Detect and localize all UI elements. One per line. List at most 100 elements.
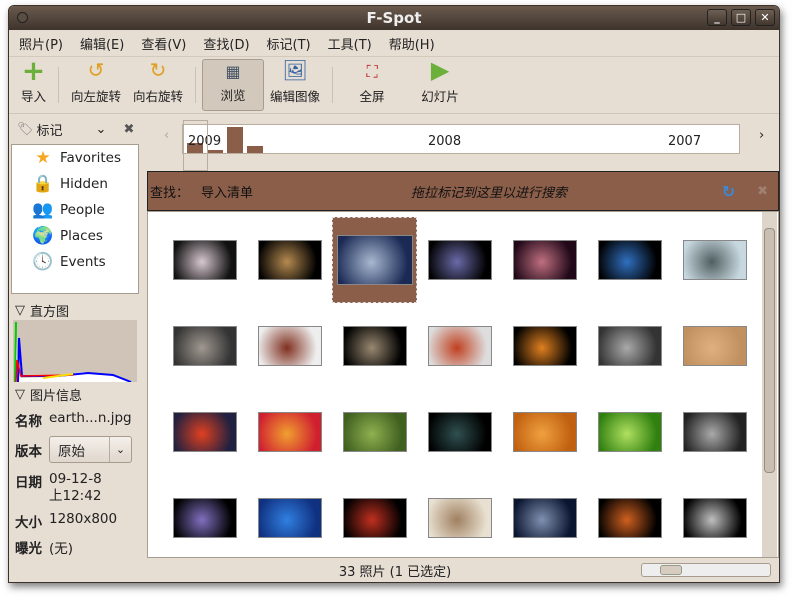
vertical-scrollbar[interactable] bbox=[762, 212, 777, 557]
menu-tools[interactable]: 工具(T) bbox=[328, 34, 372, 53]
browse-label: 浏览 bbox=[220, 88, 246, 103]
histogram-header[interactable]: ▽ 直方图 bbox=[9, 300, 142, 320]
photo-thumbnail[interactable] bbox=[587, 217, 672, 303]
tag-label: Favorites bbox=[60, 150, 121, 166]
tag-selector[interactable]: 🏷 标记 ⌄ ✖ bbox=[9, 116, 142, 142]
clear-find-icon[interactable]: ✖ bbox=[757, 184, 768, 199]
import-button[interactable]: + 导入 bbox=[15, 54, 52, 111]
photo-thumbnail[interactable] bbox=[502, 303, 587, 389]
expander-icon: ▽ bbox=[15, 302, 25, 318]
close-button[interactable]: ✕ bbox=[755, 9, 775, 26]
rotate-left-button[interactable]: ↺ 向左旋转 bbox=[65, 58, 127, 111]
photo-image bbox=[512, 240, 577, 280]
menu-bar: 照片(P) 编辑(E) 查看(V) 查找(D) 标记(T) 工具(T) 帮助(H… bbox=[9, 30, 779, 56]
photo-image bbox=[682, 412, 747, 452]
tag-selector-label: 标记 bbox=[36, 123, 63, 139]
edit-image-icon: 🖼 bbox=[282, 58, 308, 82]
photo-thumbnail[interactable] bbox=[247, 389, 332, 475]
version-select[interactable]: 原始 ⌄ bbox=[49, 436, 132, 463]
menu-photo[interactable]: 照片(P) bbox=[19, 34, 63, 53]
photo-thumbnail[interactable] bbox=[672, 389, 757, 475]
photo-image bbox=[342, 326, 407, 366]
photo-thumbnail[interactable] bbox=[672, 303, 757, 389]
menu-edit[interactable]: 编辑(E) bbox=[80, 34, 124, 53]
scrollbar-thumb[interactable] bbox=[764, 228, 775, 473]
photo-thumbnail[interactable] bbox=[332, 389, 417, 475]
photo-thumbnail[interactable] bbox=[417, 303, 502, 389]
timeline-bar[interactable]: 2009 2008 2007 bbox=[182, 124, 740, 154]
photo-thumbnail[interactable] bbox=[502, 217, 587, 303]
info-header[interactable]: ▽ 图片信息 bbox=[9, 384, 142, 404]
photo-image bbox=[427, 498, 492, 538]
menu-help[interactable]: 帮助(H) bbox=[389, 34, 435, 53]
exposure-label: 曝光 bbox=[15, 541, 42, 557]
window-menu-icon[interactable] bbox=[17, 12, 28, 23]
photo-thumbnail[interactable] bbox=[502, 475, 587, 557]
photo-thumbnail[interactable] bbox=[587, 389, 672, 475]
year-label: 2008 bbox=[428, 134, 462, 149]
timeline-bar-mark bbox=[247, 146, 263, 153]
photo-thumbnail[interactable] bbox=[247, 217, 332, 303]
timeline-range-handle[interactable] bbox=[183, 120, 208, 171]
menu-tags[interactable]: 标记(T) bbox=[267, 34, 311, 53]
minimize-button[interactable]: _ bbox=[707, 9, 727, 26]
photo-info: 名称 earth...n.jpg 版本 原始 ⌄ 日期 09-12-8 上12:42 大小… bbox=[9, 410, 142, 557]
edit-image-button[interactable]: 🖼 编辑图像 bbox=[264, 58, 326, 111]
tag-places[interactable]: 🌍 Places bbox=[12, 223, 138, 249]
fullscreen-icon: ⛶ bbox=[366, 61, 378, 81]
find-query[interactable]: 导入清单 bbox=[201, 182, 253, 201]
photo-thumbnail[interactable] bbox=[587, 475, 672, 557]
photo-thumbnail[interactable] bbox=[162, 217, 247, 303]
slideshow-button[interactable]: ▶ 幻灯片 bbox=[405, 56, 475, 111]
timeline-left-arrow[interactable]: ‹ bbox=[164, 128, 169, 143]
tag-hidden[interactable]: 🔒 Hidden bbox=[12, 171, 138, 197]
photo-thumbnail[interactable] bbox=[417, 217, 502, 303]
window-title: F-Spot bbox=[366, 9, 422, 27]
photo-thumbnail[interactable] bbox=[332, 475, 417, 557]
refresh-icon[interactable]: ↻ bbox=[722, 182, 735, 201]
fullscreen-button[interactable]: ⛶ 全屏 bbox=[339, 59, 405, 111]
tag-events[interactable]: 🕓 Events bbox=[12, 249, 138, 275]
browse-button[interactable]: ▦ 浏览 bbox=[202, 59, 265, 111]
photo-image bbox=[427, 326, 492, 366]
chevron-down-icon: ⌄ bbox=[109, 437, 131, 462]
photo-thumbnail[interactable] bbox=[332, 303, 417, 389]
year-label: 2007 bbox=[668, 134, 702, 149]
photo-thumbnail[interactable] bbox=[162, 475, 247, 557]
photo-image bbox=[342, 412, 407, 452]
photo-image bbox=[257, 240, 322, 280]
photo-thumbnail[interactable] bbox=[672, 475, 757, 557]
photo-thumbnail[interactable] bbox=[417, 389, 502, 475]
photo-thumbnail[interactable] bbox=[672, 217, 757, 303]
rotate-right-button[interactable]: ↻ 向右旋转 bbox=[127, 58, 189, 111]
photo-image bbox=[427, 240, 492, 280]
size-value: 1280x800 bbox=[49, 511, 118, 527]
clock-icon: 🕓 bbox=[32, 252, 54, 272]
chevron-down-icon[interactable]: ⌄ bbox=[96, 122, 107, 137]
photo-thumbnail[interactable] bbox=[332, 217, 417, 303]
histogram bbox=[13, 320, 137, 383]
tag-favorites[interactable]: ★ Favorites bbox=[12, 145, 138, 171]
zoom-slider-thumb[interactable] bbox=[660, 565, 682, 575]
tag-people[interactable]: 👥 People bbox=[12, 197, 138, 223]
timeline-right-arrow[interactable]: › bbox=[759, 128, 764, 143]
edit-image-label: 编辑图像 bbox=[270, 89, 321, 104]
photo-thumbnail[interactable] bbox=[162, 389, 247, 475]
expander-icon: ▽ bbox=[15, 386, 25, 402]
zoom-slider[interactable] bbox=[641, 563, 771, 577]
photo-thumbnail[interactable] bbox=[247, 303, 332, 389]
fullscreen-label: 全屏 bbox=[359, 89, 385, 104]
photo-thumbnail[interactable] bbox=[587, 303, 672, 389]
photo-thumbnail[interactable] bbox=[162, 303, 247, 389]
menu-view[interactable]: 查看(V) bbox=[141, 34, 186, 53]
rotate-right-label: 向右旋转 bbox=[133, 89, 184, 104]
photo-thumbnail[interactable] bbox=[417, 475, 502, 557]
photo-thumbnail[interactable] bbox=[502, 389, 587, 475]
photo-thumbnail[interactable] bbox=[247, 475, 332, 557]
photo-image bbox=[257, 326, 322, 366]
menu-find[interactable]: 查找(D) bbox=[203, 34, 249, 53]
close-sidebar-icon[interactable]: ✖ bbox=[123, 122, 134, 137]
status-text: 33 照片 (1 已选定) bbox=[338, 564, 452, 580]
f-spot-window: F-Spot _ □ ✕ 照片(P) 编辑(E) 查看(V) 查找(D) 标记(… bbox=[8, 5, 780, 583]
maximize-button[interactable]: □ bbox=[731, 9, 751, 26]
